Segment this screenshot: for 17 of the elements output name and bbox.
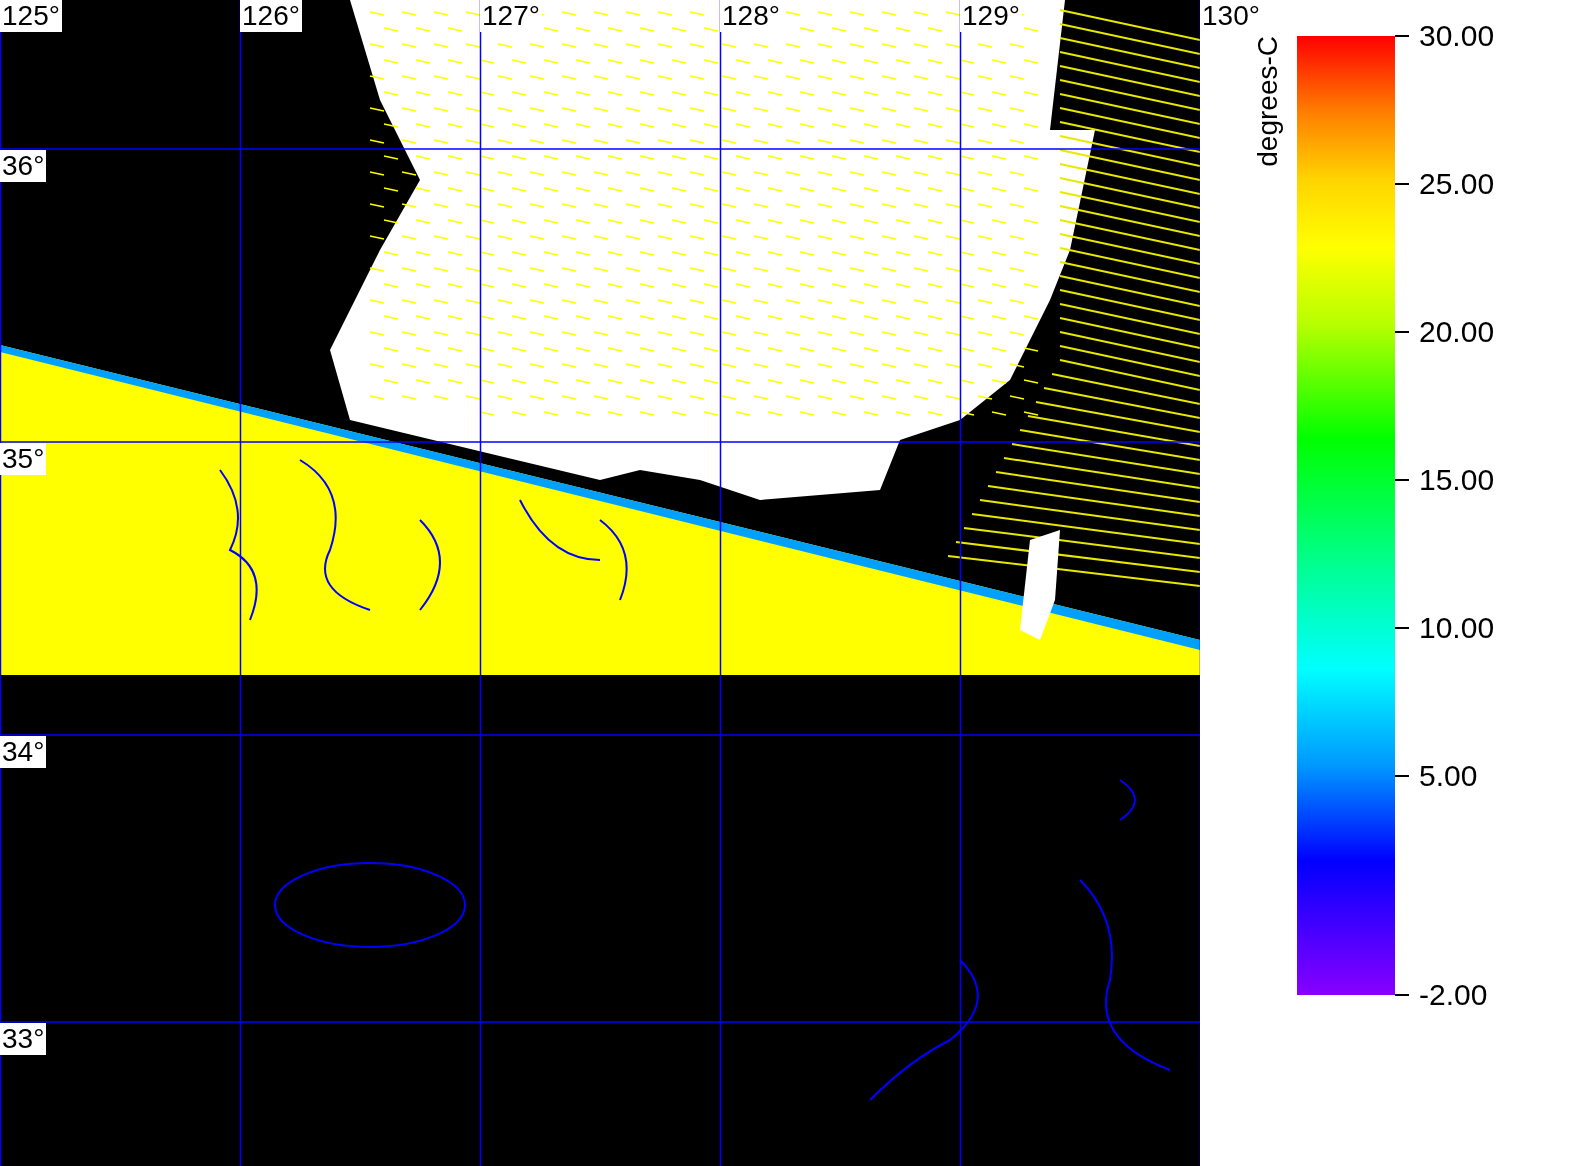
latitude-label: 35° [0, 443, 47, 475]
scale-label: 20.00 [1419, 315, 1495, 349]
scale-label: 10.00 [1419, 611, 1495, 645]
latitude-label: 33° [0, 1023, 47, 1055]
scale-label: 25.00 [1419, 167, 1495, 201]
longitude-label: 128° [720, 0, 782, 32]
scale-label: 5.00 [1419, 759, 1478, 793]
scale-label: 15.00 [1419, 463, 1495, 497]
longitude-label: 129° [960, 0, 1022, 32]
latitude-label: 34° [0, 736, 47, 768]
unit-label: degrees-C [1252, 36, 1284, 167]
longitude-label: 125° [0, 0, 62, 32]
scale-label: -2.00 [1419, 978, 1488, 1012]
latitude-label: 36° [0, 150, 47, 182]
scale-label: 30.00 [1419, 19, 1495, 53]
longitude-label: 127° [480, 0, 542, 32]
longitude-label: 126° [240, 0, 302, 32]
